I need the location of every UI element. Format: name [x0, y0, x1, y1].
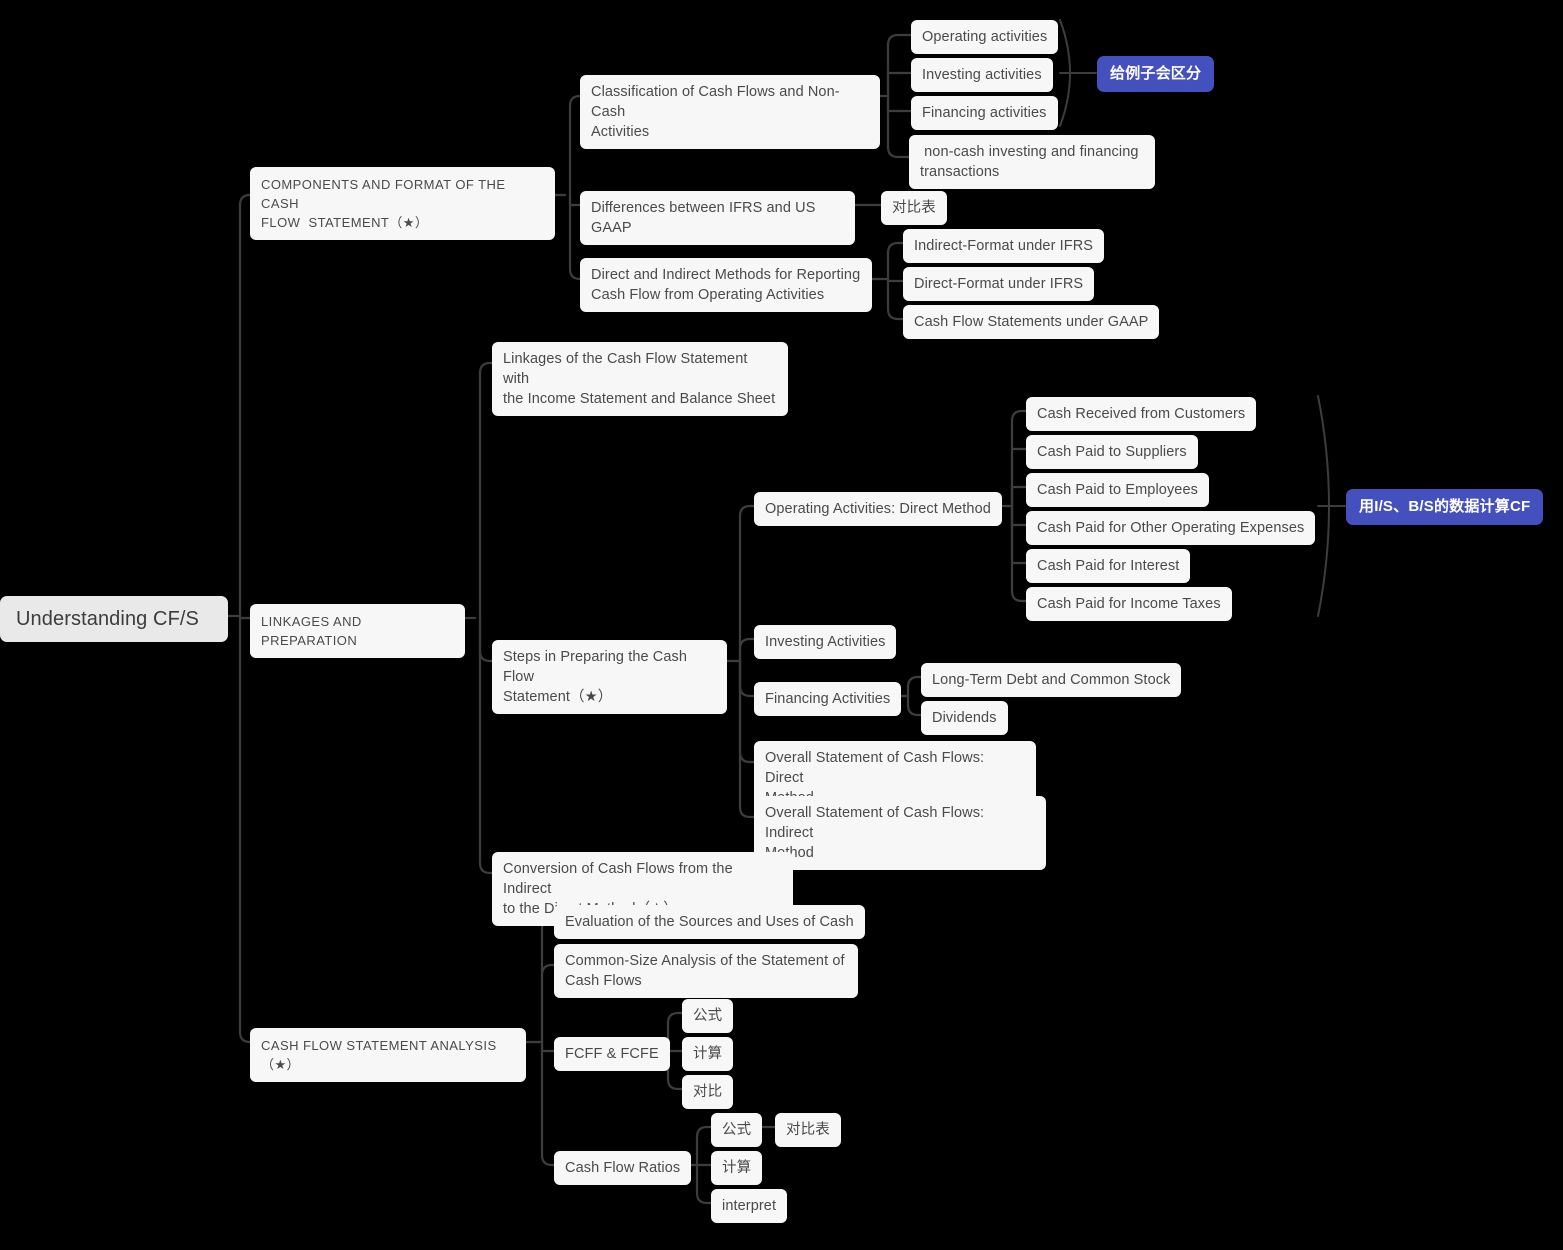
node-classification-of-cash-flows[interactable]: Classification of Cash Flows and Non-Cas…: [580, 75, 880, 149]
node-investing-activities-step[interactable]: Investing Activities: [754, 625, 897, 659]
node-ratios-comparison-table[interactable]: 对比表: [775, 1113, 841, 1147]
node-fcff-and-fcfe[interactable]: FCFF & FCFE: [554, 1037, 670, 1071]
node-ratios-interpret[interactable]: interpret: [711, 1189, 788, 1223]
node-direct-indirect-methods[interactable]: Direct and Indirect Methods for Reportin…: [580, 258, 872, 312]
node-differences-ifrs-us-gaap[interactable]: Differences between IFRS and US GAAP: [580, 191, 855, 245]
node-non-cash-investing-financing[interactable]: non-cash investing and financing transac…: [909, 135, 1155, 189]
branch-linkages-and-preparation[interactable]: LINKAGES AND PREPARATION: [250, 604, 465, 658]
node-cash-paid-other-operating-expenses[interactable]: Cash Paid for Other Operating Expenses: [1026, 511, 1316, 545]
node-fcff-formula[interactable]: 公式: [682, 999, 734, 1033]
node-steps-in-preparing-cfs[interactable]: Steps in Preparing the Cash Flow Stateme…: [492, 640, 727, 714]
node-overall-statement-indirect-method[interactable]: Overall Statement of Cash Flows: Indirec…: [754, 796, 1046, 870]
node-indirect-format-under-ifrs[interactable]: Indirect-Format under IFRS: [903, 229, 1105, 263]
node-comparison-table-ifrs-gaap[interactable]: 对比表: [881, 191, 947, 225]
root-node[interactable]: Understanding CF/S: [0, 596, 228, 642]
node-cash-paid-to-employees[interactable]: Cash Paid to Employees: [1026, 473, 1209, 507]
node-investing-activities[interactable]: Investing activities: [911, 58, 1053, 92]
node-ratios-calculation[interactable]: 计算: [711, 1151, 763, 1185]
branch-cash-flow-statement-analysis[interactable]: CASH FLOW STATEMENT ANALYSIS（★）: [250, 1028, 526, 1082]
node-financing-activities-step[interactable]: Financing Activities: [754, 682, 902, 716]
node-operating-activities[interactable]: Operating activities: [911, 20, 1059, 54]
node-linkages-of-cash-flow-statement[interactable]: Linkages of the Cash Flow Statement with…: [492, 342, 788, 416]
node-long-term-debt-and-common-stock[interactable]: Long-Term Debt and Common Stock: [921, 663, 1182, 697]
node-operating-activities-direct-method[interactable]: Operating Activities: Direct Method: [754, 492, 1002, 526]
badge-compute-cf-from-is-bs[interactable]: 用I/S、B/S的数据计算CF: [1346, 489, 1544, 525]
node-evaluation-sources-uses-of-cash[interactable]: Evaluation of the Sources and Uses of Ca…: [554, 905, 865, 939]
badge-give-examples-distinguish[interactable]: 给例子会区分: [1097, 56, 1215, 92]
node-cash-paid-to-suppliers[interactable]: Cash Paid to Suppliers: [1026, 435, 1198, 469]
node-direct-format-under-ifrs[interactable]: Direct-Format under IFRS: [903, 267, 1095, 301]
node-cash-paid-for-interest[interactable]: Cash Paid for Interest: [1026, 549, 1191, 583]
branch-components-and-format[interactable]: COMPONENTS AND FORMAT OF THE CASH FLOW S…: [250, 167, 555, 240]
node-cash-received-from-customers[interactable]: Cash Received from Customers: [1026, 397, 1257, 431]
node-cash-flow-statements-under-gaap[interactable]: Cash Flow Statements under GAAP: [903, 305, 1160, 339]
node-cash-flow-ratios[interactable]: Cash Flow Ratios: [554, 1151, 692, 1185]
node-dividends[interactable]: Dividends: [921, 701, 1008, 735]
node-fcff-comparison[interactable]: 对比: [682, 1075, 734, 1109]
node-fcff-calculation[interactable]: 计算: [682, 1037, 734, 1071]
node-cash-paid-for-income-taxes[interactable]: Cash Paid for Income Taxes: [1026, 587, 1232, 621]
node-common-size-analysis[interactable]: Common-Size Analysis of the Statement of…: [554, 944, 858, 998]
mindmap-canvas: Understanding CF/S COMPONENTS AND FORMAT…: [0, 0, 1563, 1250]
node-ratios-formula[interactable]: 公式: [711, 1113, 763, 1147]
node-financing-activities[interactable]: Financing activities: [911, 96, 1058, 130]
